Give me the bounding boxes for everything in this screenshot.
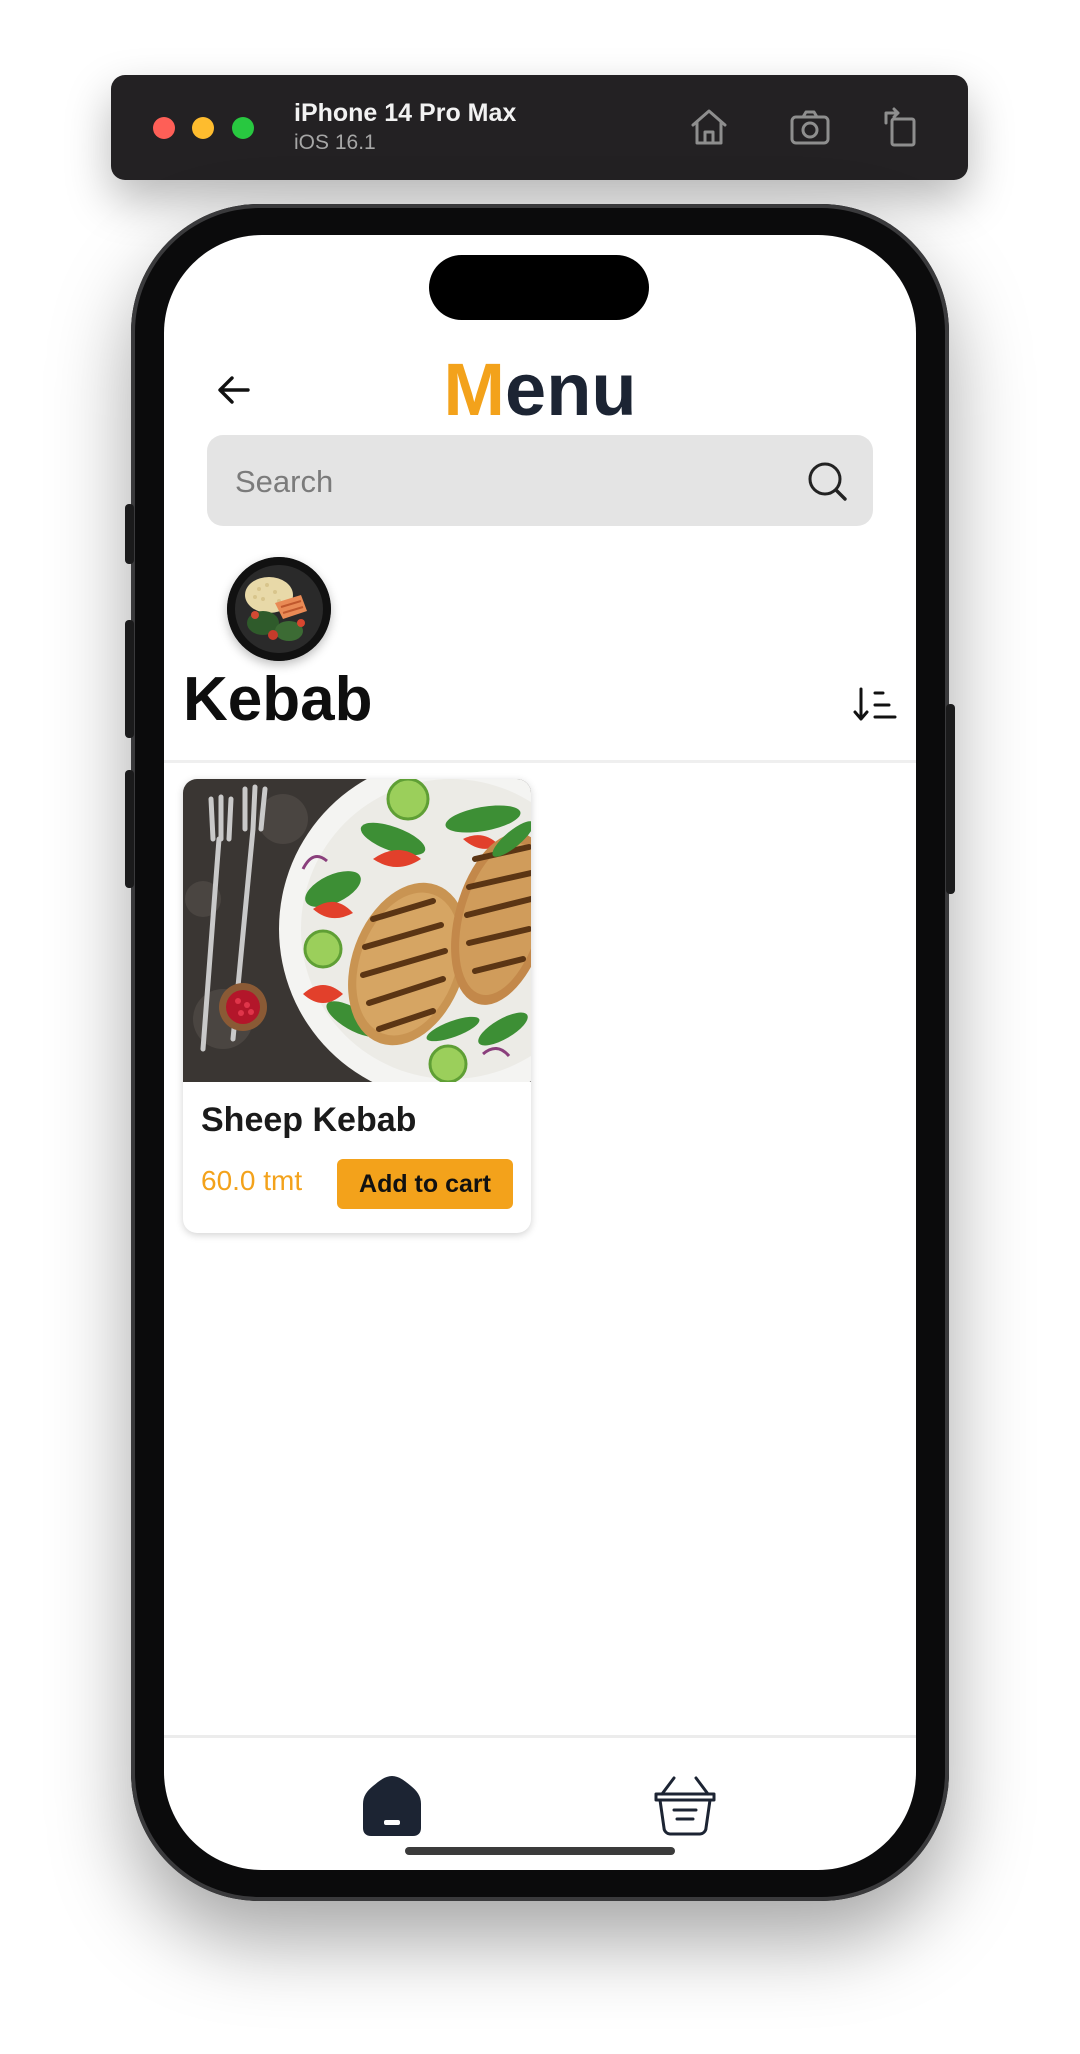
mute-switch bbox=[125, 504, 134, 564]
header-divider bbox=[164, 760, 916, 763]
product-name: Sheep Kebab bbox=[201, 1101, 417, 1139]
power-button bbox=[946, 704, 955, 894]
home-icon[interactable] bbox=[359, 1772, 425, 1838]
category-title: Kebab bbox=[183, 665, 373, 734]
page-title-accent: M bbox=[443, 348, 506, 431]
search-icon[interactable] bbox=[805, 459, 849, 503]
volume-down-button bbox=[125, 770, 134, 888]
volume-up-button bbox=[125, 620, 134, 738]
sort-descending-icon[interactable] bbox=[853, 685, 897, 725]
product-price: 60.0 tmt bbox=[201, 1165, 303, 1196]
screenshot-stage: iPhone 14 Pro Max iOS 16.1 Menu Search K… bbox=[0, 0, 1080, 2054]
close-window-button[interactable] bbox=[153, 117, 175, 139]
product-image bbox=[183, 779, 531, 1082]
dynamic-island bbox=[429, 255, 649, 320]
rotate-icon[interactable] bbox=[878, 103, 926, 151]
product-card[interactable]: Sheep Kebab 60.0 tmt Add to cart bbox=[183, 779, 531, 1233]
category-thumbnail[interactable] bbox=[227, 557, 331, 661]
simulator-toolbar: iPhone 14 Pro Max iOS 16.1 bbox=[111, 75, 968, 180]
tab-bar-divider bbox=[164, 1735, 916, 1738]
page-title-rest: enu bbox=[505, 348, 637, 431]
screenshot-icon[interactable] bbox=[786, 103, 834, 151]
app-screen: Menu Search Kebab Sheep Kebab 60.0 tmt A… bbox=[164, 235, 916, 1870]
device-name: iPhone 14 Pro Max bbox=[294, 99, 517, 127]
page-title: Menu bbox=[164, 350, 916, 430]
search-input[interactable] bbox=[233, 435, 777, 528]
minimize-window-button[interactable] bbox=[192, 117, 214, 139]
phone-frame: Menu Search Kebab Sheep Kebab 60.0 tmt A… bbox=[125, 204, 955, 1901]
add-to-cart-button[interactable]: Add to cart bbox=[337, 1159, 513, 1209]
cart-basket-icon[interactable] bbox=[652, 1772, 718, 1838]
search-bar bbox=[207, 435, 873, 528]
home-icon[interactable] bbox=[685, 103, 733, 151]
home-indicator bbox=[405, 1847, 675, 1855]
os-version: iOS 16.1 bbox=[294, 131, 376, 154]
zoom-window-button[interactable] bbox=[232, 117, 254, 139]
